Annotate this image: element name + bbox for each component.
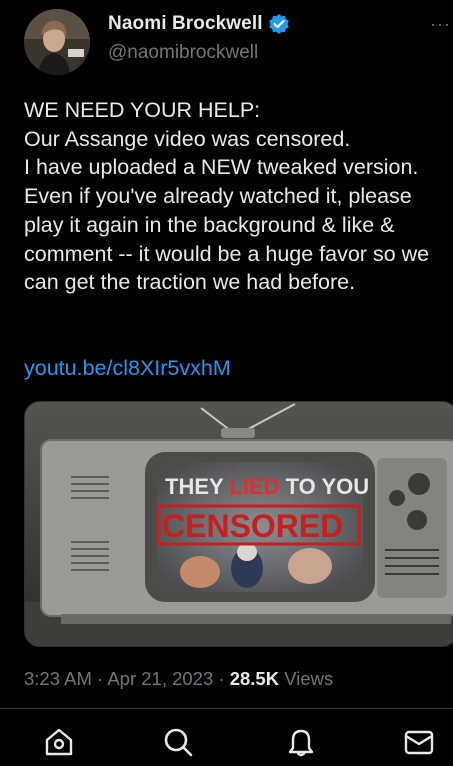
verified-badge-icon — [268, 13, 290, 35]
tweet-text: WE NEED YOUR HELP: Our Assange video was… — [24, 98, 430, 295]
more-options-button[interactable]: ··· — [430, 14, 451, 35]
avatar[interactable] — [24, 9, 90, 75]
home-icon[interactable] — [42, 725, 76, 759]
media-image[interactable]: THEY LIED TO YOU CENSORED — [24, 401, 453, 647]
meta-separator: · — [91, 668, 108, 689]
meta-separator-2: · — [213, 668, 230, 689]
overlay-headline: THEY LIED TO YOU — [165, 474, 369, 499]
author-handle[interactable]: @naomibrockwell — [108, 42, 258, 64]
search-icon[interactable] — [161, 725, 195, 759]
tweet-link[interactable]: youtu.be/cl8XIr5vxhM — [24, 356, 231, 381]
notifications-icon[interactable] — [284, 725, 318, 759]
tweet-meta: 3:23 AM · Apr 21, 2023 · 28.5K Views — [24, 668, 333, 690]
bottom-nav — [0, 709, 453, 766]
tweet-date[interactable]: Apr 21, 2023 — [107, 668, 213, 689]
overlay-censored-stamp: CENSORED — [162, 508, 343, 544]
tweet-time[interactable]: 3:23 AM — [24, 668, 92, 689]
views-label: Views — [284, 668, 334, 689]
messages-icon[interactable] — [402, 725, 436, 759]
tweet-header: Naomi Brockwell @naomibrockwell ··· — [0, 0, 453, 90]
views-count: 28.5K — [229, 668, 280, 689]
author-name[interactable]: Naomi Brockwell — [108, 13, 263, 35]
author-name-row[interactable]: Naomi Brockwell — [108, 13, 290, 35]
